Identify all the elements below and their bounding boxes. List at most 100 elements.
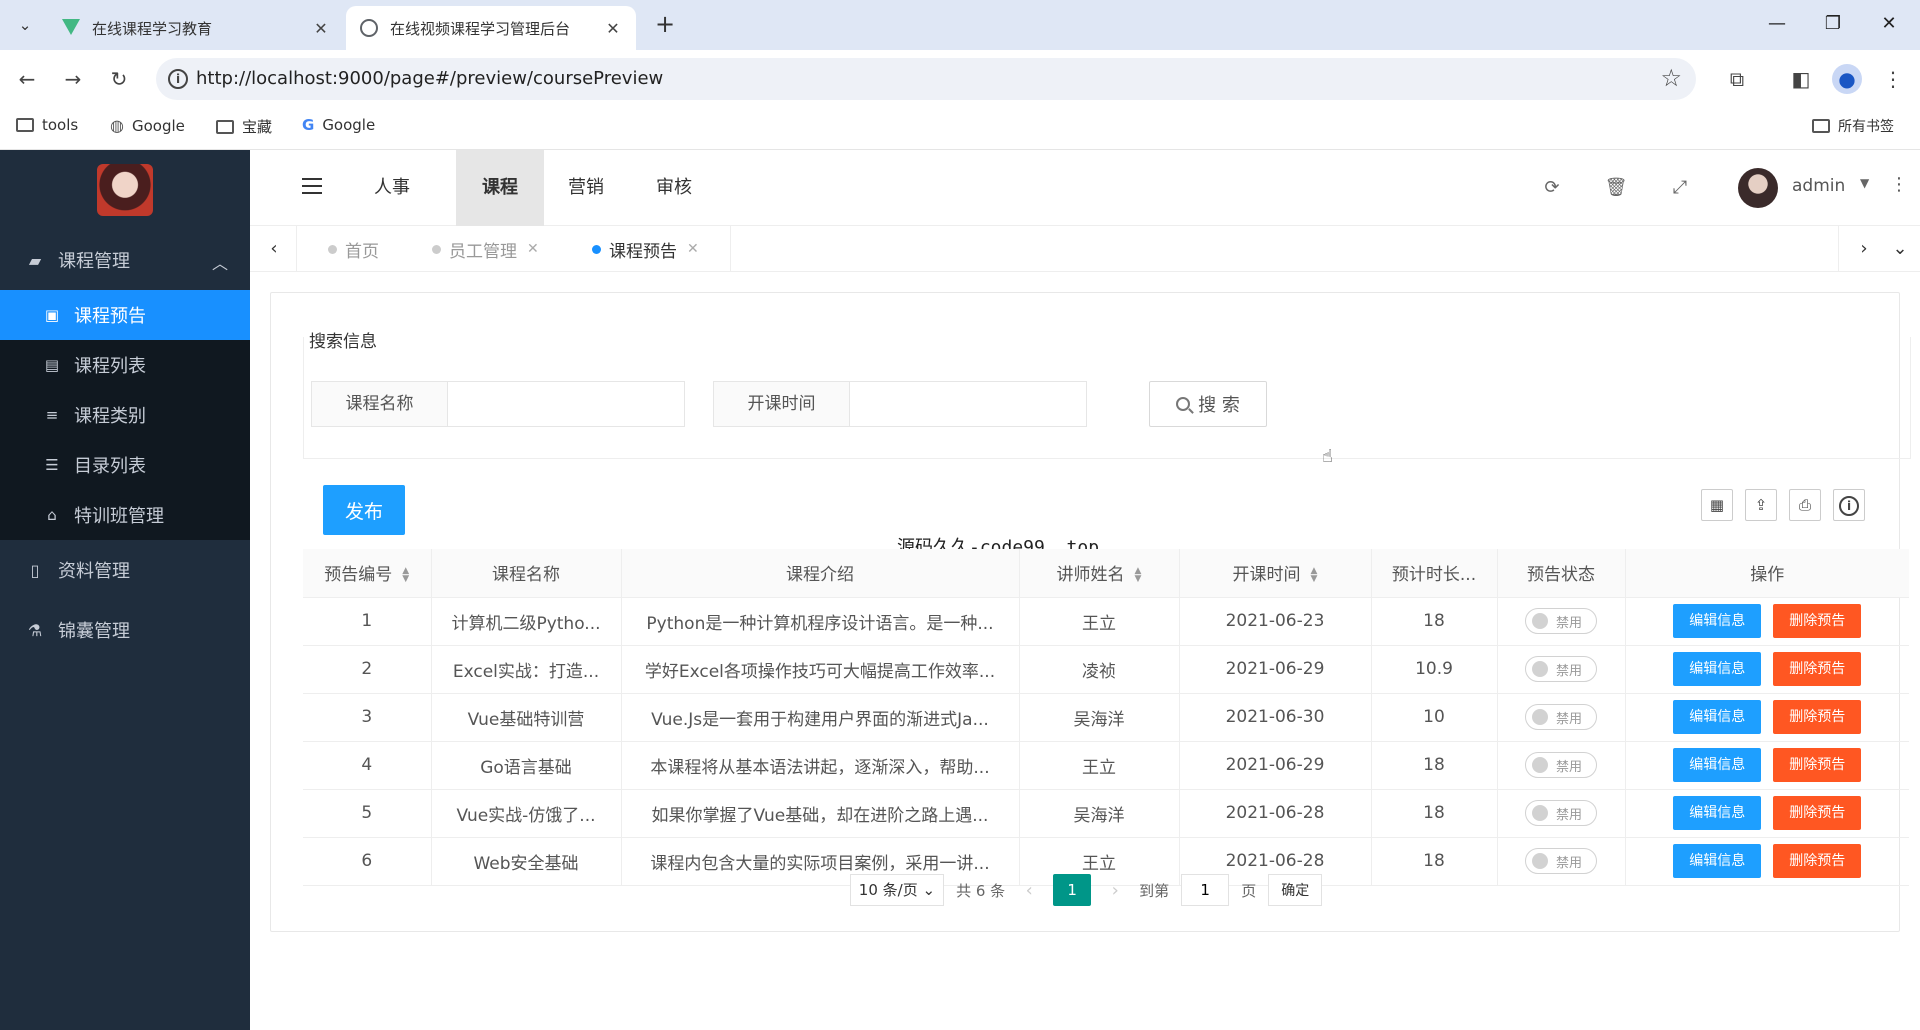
status-toggle[interactable]: 禁用 <box>1525 800 1597 826</box>
table-row: 1 计算机二级Pytho... Python是一种计算机程序设计语言。是一种..… <box>303 597 1909 646</box>
close-icon[interactable]: ✕ <box>687 241 699 257</box>
column-header-teacher[interactable]: 讲师姓名 ▲ ▼ <box>1019 549 1180 598</box>
top-menu-hr[interactable]: 人事 <box>348 150 436 226</box>
sort-icon[interactable]: ▲ ▼ <box>1135 567 1142 584</box>
search-button[interactable]: 搜 索 <box>1149 381 1267 427</box>
sort-icon[interactable]: ▲ ▼ <box>402 567 409 584</box>
sidebar-group-materials[interactable]: ▯ 资料管理 <box>0 540 250 600</box>
delete-preview-button[interactable]: 删除预告 <box>1773 748 1862 782</box>
status-toggle[interactable]: 禁用 <box>1525 704 1597 730</box>
bookmark-google-2[interactable]: G Google <box>302 116 375 134</box>
top-menu-audit[interactable]: 审核 <box>630 150 718 226</box>
trash-icon[interactable]: 🗑 <box>1604 176 1628 200</box>
user-avatar[interactable] <box>1738 168 1778 208</box>
sidebar-item-training-class[interactable]: ⌂ 特训班管理 <box>0 490 250 540</box>
tag-home[interactable]: 首页 <box>328 226 379 272</box>
delete-preview-button[interactable]: 删除预告 <box>1773 652 1862 686</box>
sidebar-group-tips[interactable]: ⚗ 锦囊管理 <box>0 600 250 660</box>
top-menu-course[interactable]: 课程 <box>456 150 544 226</box>
goto-page-input[interactable] <box>1181 874 1230 906</box>
more-vertical-icon[interactable]: ⋮ <box>1890 174 1908 195</box>
new-tab-plus-icon[interactable]: + <box>650 10 680 40</box>
sidebar-item-label: 目录列表 <box>74 456 146 477</box>
bookmark-tools[interactable]: tools <box>16 116 78 134</box>
start-time-input[interactable] <box>850 382 1086 426</box>
page-size-select[interactable]: 10 条/页 ⌄ <box>849 874 945 906</box>
status-toggle[interactable]: 禁用 <box>1525 608 1597 634</box>
sidebar-group-course-management[interactable]: ▰ 课程管理 ︿ <box>0 230 250 290</box>
tag-course-preview[interactable]: 课程预告 ✕ <box>592 226 699 272</box>
sort-icon[interactable]: ▲ ▼ <box>1311 567 1318 584</box>
cell-teacher: 凌祯 <box>1019 645 1180 694</box>
column-header-id[interactable]: 预告编号 ▲ ▼ <box>303 549 432 598</box>
bookmark-star-icon[interactable]: ☆ <box>1660 64 1682 92</box>
goto-confirm-button[interactable]: 确定 <box>1268 874 1323 906</box>
status-toggle[interactable]: 禁用 <box>1525 752 1597 778</box>
top-menu-marketing[interactable]: 营销 <box>542 150 630 226</box>
tag-staff-management[interactable]: 员工管理 ✕ <box>432 226 539 272</box>
bookmark-treasure[interactable]: 宝藏 <box>216 116 272 137</box>
reload-icon[interactable]: ↻ <box>104 64 134 94</box>
sidebar-item-catalog-list[interactable]: ☰ 目录列表 <box>0 440 250 490</box>
fullscreen-icon[interactable]: ⤢ <box>1668 176 1692 200</box>
refresh-icon[interactable]: ⟳ <box>1540 176 1564 200</box>
export-icon[interactable]: ⇪ <box>1745 489 1777 521</box>
tag-dot <box>328 244 337 254</box>
side-panel-icon[interactable]: ◧ <box>1786 64 1816 94</box>
minimize-icon[interactable]: — <box>1762 10 1792 38</box>
caret-down-icon[interactable]: ▼ <box>1860 176 1869 190</box>
hamburger-icon[interactable] <box>302 178 322 194</box>
browser-menu-icon[interactable]: ⋮ <box>1878 64 1908 94</box>
cell-intro: Vue.Js是一套用于构建用户界面的渐进式Ja... <box>621 693 1020 742</box>
back-arrow-icon[interactable]: ← <box>12 64 42 94</box>
google-g-icon: G <box>302 116 315 134</box>
column-header-date[interactable]: 开课时间 ▲ ▼ <box>1179 549 1372 598</box>
tags-scroll-right-icon[interactable]: › <box>1854 238 1874 260</box>
sidebar-item-course-list[interactable]: ▤ 课程列表 <box>0 340 250 390</box>
tab-search-chevron-icon[interactable]: ⌄ <box>10 11 40 39</box>
edit-info-button[interactable]: 编辑信息 <box>1673 700 1762 734</box>
close-icon[interactable]: ✕ <box>604 19 622 38</box>
cell-status: 禁用 <box>1497 789 1626 838</box>
tags-dropdown-chevron-icon[interactable]: ⌄ <box>1890 238 1910 260</box>
print-icon[interactable]: ⎙ <box>1789 489 1821 521</box>
columns-filter-icon[interactable]: ▦ <box>1701 489 1733 521</box>
edit-info-button[interactable]: 编辑信息 <box>1673 604 1762 638</box>
sidebar: ▰ 课程管理 ︿ ▣ 课程预告 ▤ 课程列表 ≡ 课程类别 ☰ 目录列表 ⌂ 特… <box>0 150 250 1030</box>
status-toggle[interactable]: 禁用 <box>1525 848 1597 874</box>
edit-info-button[interactable]: 编辑信息 <box>1673 652 1762 686</box>
next-page-icon[interactable]: › <box>1103 880 1127 901</box>
delete-preview-button[interactable]: 删除预告 <box>1773 796 1862 830</box>
bookmark-google[interactable]: ◍ Google <box>110 116 185 135</box>
info-icon[interactable]: i <box>1833 489 1865 521</box>
sidebar-item-course-category[interactable]: ≡ 课程类别 <box>0 390 250 440</box>
course-name-input[interactable] <box>448 382 684 426</box>
close-icon[interactable]: ✕ <box>312 19 330 38</box>
user-name[interactable]: admin <box>1792 176 1845 196</box>
current-page[interactable]: 1 <box>1053 874 1092 906</box>
delete-preview-button[interactable]: 删除预告 <box>1773 604 1862 638</box>
tags-scroll-left-icon[interactable]: ‹ <box>264 238 284 260</box>
all-bookmarks[interactable]: 所有书签 <box>1812 116 1894 136</box>
delete-preview-button[interactable]: 删除预告 <box>1773 700 1862 734</box>
edit-info-button[interactable]: 编辑信息 <box>1673 796 1762 830</box>
restore-icon[interactable]: ❐ <box>1818 10 1848 38</box>
forward-arrow-icon[interactable]: → <box>58 64 88 94</box>
edit-info-button[interactable]: 编辑信息 <box>1673 748 1762 782</box>
sidebar-group-label: 资料管理 <box>58 561 130 582</box>
window-close-icon[interactable]: ✕ <box>1874 10 1904 38</box>
url-text[interactable]: http://localhost:9000/page#/preview/cour… <box>196 68 663 89</box>
close-icon[interactable]: ✕ <box>527 241 539 257</box>
profile-icon[interactable]: ● <box>1832 64 1862 94</box>
browser-tab-1[interactable]: 在线课程学习教育 ✕ <box>48 6 344 50</box>
status-toggle[interactable]: 禁用 <box>1525 656 1597 682</box>
address-bar-row: ← → ↻ i http://localhost:9000/page#/prev… <box>0 50 1920 108</box>
extensions-icon[interactable]: ⧉ <box>1722 64 1752 94</box>
browser-tab-2[interactable]: 在线视频课程学习管理后台 ✕ <box>346 6 636 50</box>
site-info-icon[interactable]: i <box>168 69 188 89</box>
book-icon: ▰ <box>28 250 42 270</box>
publish-button[interactable]: 发布 <box>323 485 405 535</box>
url-omnibox[interactable]: i http://localhost:9000/page#/preview/co… <box>156 58 1696 100</box>
sidebar-item-course-preview[interactable]: ▣ 课程预告 <box>0 290 250 340</box>
prev-page-icon[interactable]: ‹ <box>1017 880 1041 901</box>
